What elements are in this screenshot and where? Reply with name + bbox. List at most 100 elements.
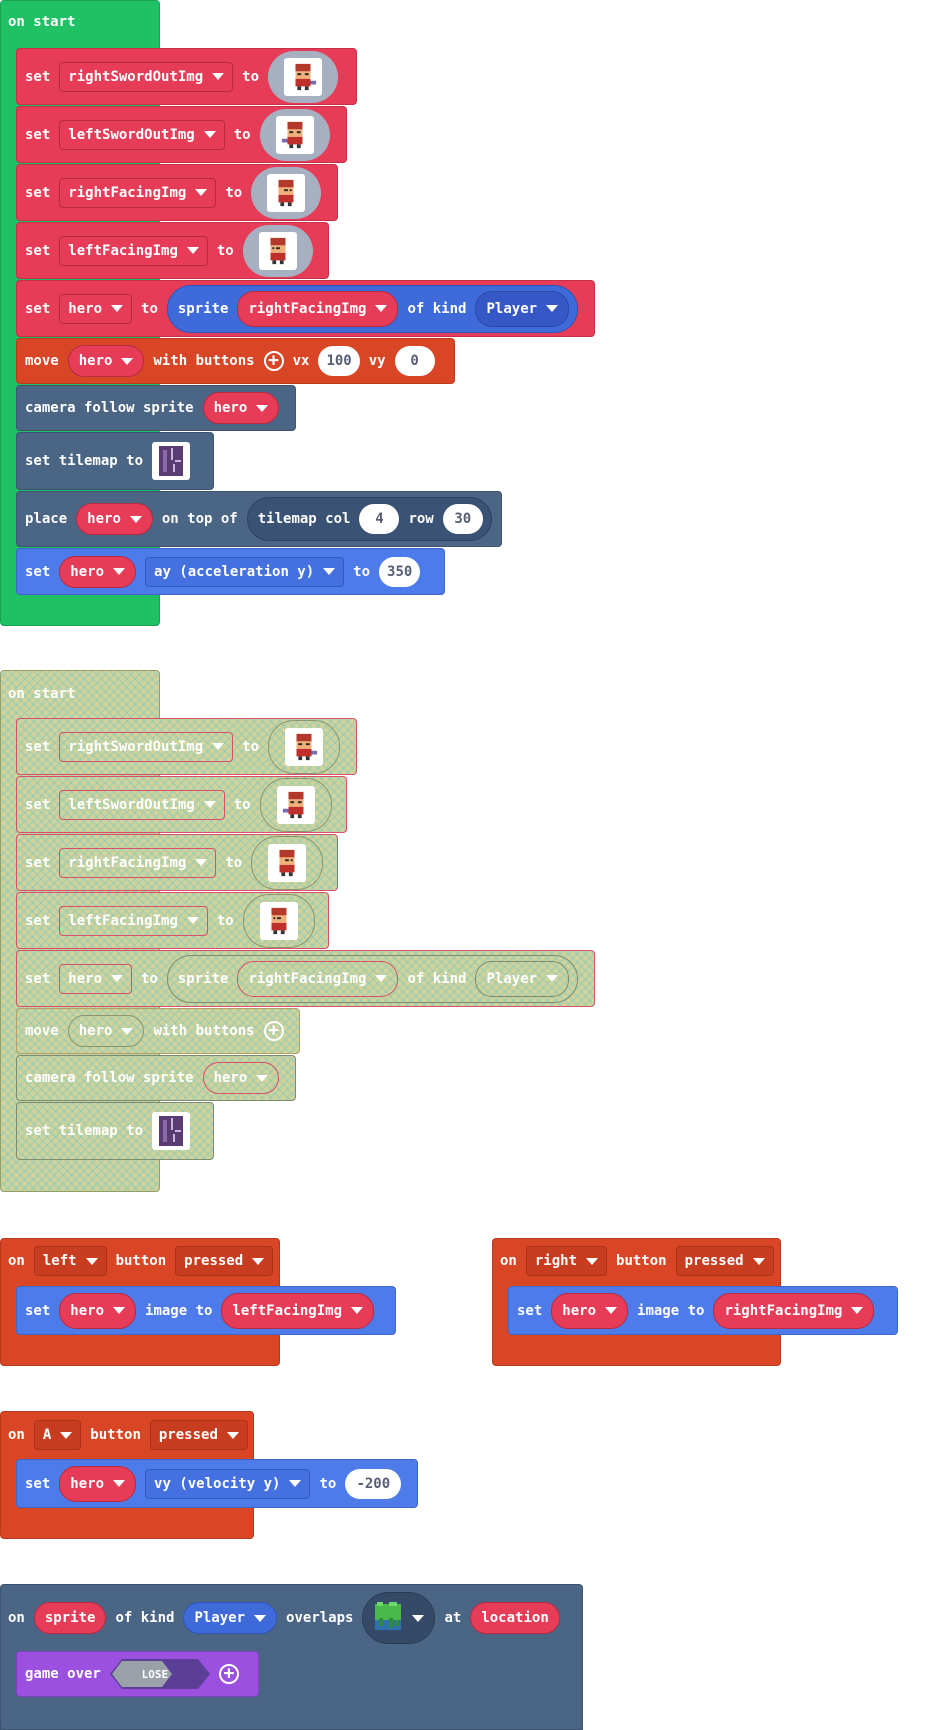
disabled-set-variable-block[interactable]: set leftSwordOutImg to (16, 776, 347, 833)
location-variable-dropdown[interactable]: location (470, 1602, 560, 1634)
set-variable-block[interactable]: set leftFacingImg to (16, 222, 329, 279)
property-dropdown[interactable]: ay (acceleration y) (145, 556, 345, 587)
variable-dropdown[interactable]: hero (202, 392, 280, 424)
kind-dropdown[interactable]: Player (475, 960, 570, 997)
variable-dropdown[interactable]: hero (551, 1292, 629, 1329)
value-input[interactable]: 350 (379, 556, 421, 587)
expand-plus-icon[interactable]: + (263, 1021, 284, 1041)
to-keyword: to (233, 796, 251, 813)
variable-name: rightFacingImg (248, 300, 367, 317)
dropdown-caret-icon (195, 859, 208, 866)
image-variable-dropdown[interactable]: rightFacingImg (237, 960, 399, 997)
variable-dropdown[interactable]: leftFacingImg (59, 235, 208, 266)
row-input[interactable]: 30 (442, 504, 483, 534)
variable-dropdown[interactable]: hero (67, 345, 145, 377)
variable-name: rightSwordOutImg (68, 68, 204, 85)
disabled-set-variable-block[interactable]: set rightSwordOutImg to (16, 718, 357, 775)
variable-name: leftFacingImg (232, 1302, 343, 1319)
move-with-buttons-block[interactable]: move hero with buttons + vx 100 vy 0 (16, 338, 455, 384)
expand-plus-icon[interactable]: + (218, 1664, 239, 1684)
variable-dropdown[interactable]: rightSwordOutImg (59, 61, 234, 92)
image-picker[interactable] (259, 777, 332, 832)
variable-dropdown[interactable]: hero (59, 963, 133, 994)
game-over-block[interactable]: game over LOSE + (16, 1651, 259, 1697)
variable-dropdown[interactable]: hero (59, 555, 137, 588)
set-sprite-property-block[interactable]: set hero vy (velocity y) to -200 (16, 1459, 418, 1508)
event-dropdown[interactable]: pressed (675, 1246, 774, 1276)
variable-dropdown[interactable]: rightSwordOutImg (59, 731, 234, 762)
variable-dropdown[interactable]: hero (59, 293, 133, 324)
button-dropdown[interactable]: right (525, 1246, 608, 1276)
variable-name: hero (70, 563, 105, 580)
event-name: pressed (158, 1427, 218, 1443)
tile-picker[interactable] (362, 1592, 436, 1644)
disabled-set-hero-sprite-block[interactable]: set hero to sprite rightFacingImg of kin… (16, 950, 595, 1007)
variable-dropdown[interactable]: rightFacingImg (59, 177, 217, 208)
set-tilemap-block[interactable]: set tilemap to (16, 432, 214, 490)
set-variable-block[interactable]: set leftSwordOutImg to (16, 106, 347, 163)
event-dropdown[interactable]: pressed (175, 1246, 274, 1276)
dropdown-caret-icon (226, 1431, 239, 1439)
tilemap-image[interactable] (152, 442, 191, 480)
set-sprite-property-block[interactable]: set hero ay (acceleration y) to 350 (16, 548, 445, 595)
disabled-set-tilemap-block[interactable]: set tilemap to (16, 1102, 214, 1160)
variable-dropdown[interactable]: hero (59, 1465, 137, 1502)
image-picker[interactable] (259, 108, 330, 161)
image-variable-dropdown[interactable]: rightFacingImg (713, 1292, 875, 1329)
variable-dropdown[interactable]: hero (76, 503, 153, 535)
button-dropdown[interactable]: left (33, 1246, 107, 1276)
hero-sword-right-image (285, 727, 324, 766)
create-sprite-reporter[interactable]: sprite rightFacingImg of kind Player (166, 954, 579, 1003)
set-sprite-image-block[interactable]: set hero image to leftFacingImg (16, 1286, 396, 1335)
variable-name: leftFacingImg (68, 912, 178, 929)
event-dropdown[interactable]: pressed (149, 1420, 248, 1450)
dropdown-caret-icon (252, 1257, 265, 1265)
dropdown-caret-icon (254, 1614, 267, 1622)
collapse-plus-icon[interactable]: + (263, 351, 284, 371)
variable-dropdown[interactable]: leftFacingImg (59, 905, 208, 936)
to-keyword: to (216, 912, 234, 929)
variable-dropdown[interactable]: hero (202, 1062, 280, 1094)
image-picker[interactable] (242, 224, 313, 277)
image-picker[interactable] (251, 835, 324, 890)
on-start-label: on start (8, 14, 76, 30)
variable-dropdown[interactable]: rightFacingImg (59, 847, 217, 878)
variable-dropdown[interactable]: hero (67, 1015, 145, 1047)
property-dropdown[interactable]: vy (velocity y) (145, 1468, 311, 1499)
image-picker[interactable] (242, 893, 315, 948)
button-dropdown[interactable]: A (33, 1420, 82, 1450)
sprite-variable-dropdown[interactable]: sprite (33, 1602, 107, 1634)
vx-input[interactable]: 100 (318, 346, 360, 376)
disabled-set-variable-block[interactable]: set rightFacingImg to (16, 834, 338, 891)
set-hero-sprite-block[interactable]: set hero to sprite rightFacingImg of kin… (16, 280, 595, 337)
disabled-camera-follow-block[interactable]: camera follow sprite hero (16, 1055, 296, 1101)
kind-dropdown[interactable]: Player (475, 290, 570, 327)
set-variable-block[interactable]: set rightSwordOutImg to (16, 48, 357, 105)
set-variable-block[interactable]: set rightFacingImg to (16, 164, 338, 221)
image-picker[interactable] (251, 166, 322, 219)
create-sprite-reporter[interactable]: sprite rightFacingImg of kind Player (166, 284, 579, 333)
variable-dropdown[interactable]: hero (59, 1292, 137, 1329)
place-on-tile-block[interactable]: place hero on top of tilemap col 4 row 3… (16, 491, 502, 547)
col-input[interactable]: 4 (359, 504, 400, 534)
value-input[interactable]: -200 (345, 1468, 402, 1499)
dropdown-caret-icon (85, 1257, 98, 1265)
dropdown-caret-icon (546, 305, 559, 312)
disabled-set-variable-block[interactable]: set leftFacingImg to (16, 892, 329, 949)
dropdown-caret-icon (375, 305, 388, 312)
image-picker[interactable] (268, 719, 341, 774)
set-sprite-image-block[interactable]: set hero image to rightFacingImg (508, 1286, 898, 1335)
variable-dropdown[interactable]: leftSwordOutImg (59, 789, 225, 820)
disabled-move-with-buttons-block[interactable]: move hero with buttons + (16, 1008, 300, 1054)
variable-dropdown[interactable]: leftSwordOutImg (59, 119, 225, 150)
image-variable-dropdown[interactable]: rightFacingImg (237, 290, 399, 327)
image-variable-dropdown[interactable]: leftFacingImg (221, 1292, 375, 1329)
vy-input[interactable]: 0 (394, 346, 435, 376)
on-keyword: on (8, 1253, 25, 1269)
camera-follow-block[interactable]: camera follow sprite hero (16, 385, 296, 431)
kind-dropdown[interactable]: Player (183, 1602, 278, 1634)
tilemap-location-reporter[interactable]: tilemap col 4 row 30 (246, 497, 492, 541)
image-picker[interactable] (268, 50, 339, 103)
tilemap-image[interactable] (152, 1112, 191, 1150)
lose-toggle[interactable]: LOSE (109, 1659, 210, 1689)
